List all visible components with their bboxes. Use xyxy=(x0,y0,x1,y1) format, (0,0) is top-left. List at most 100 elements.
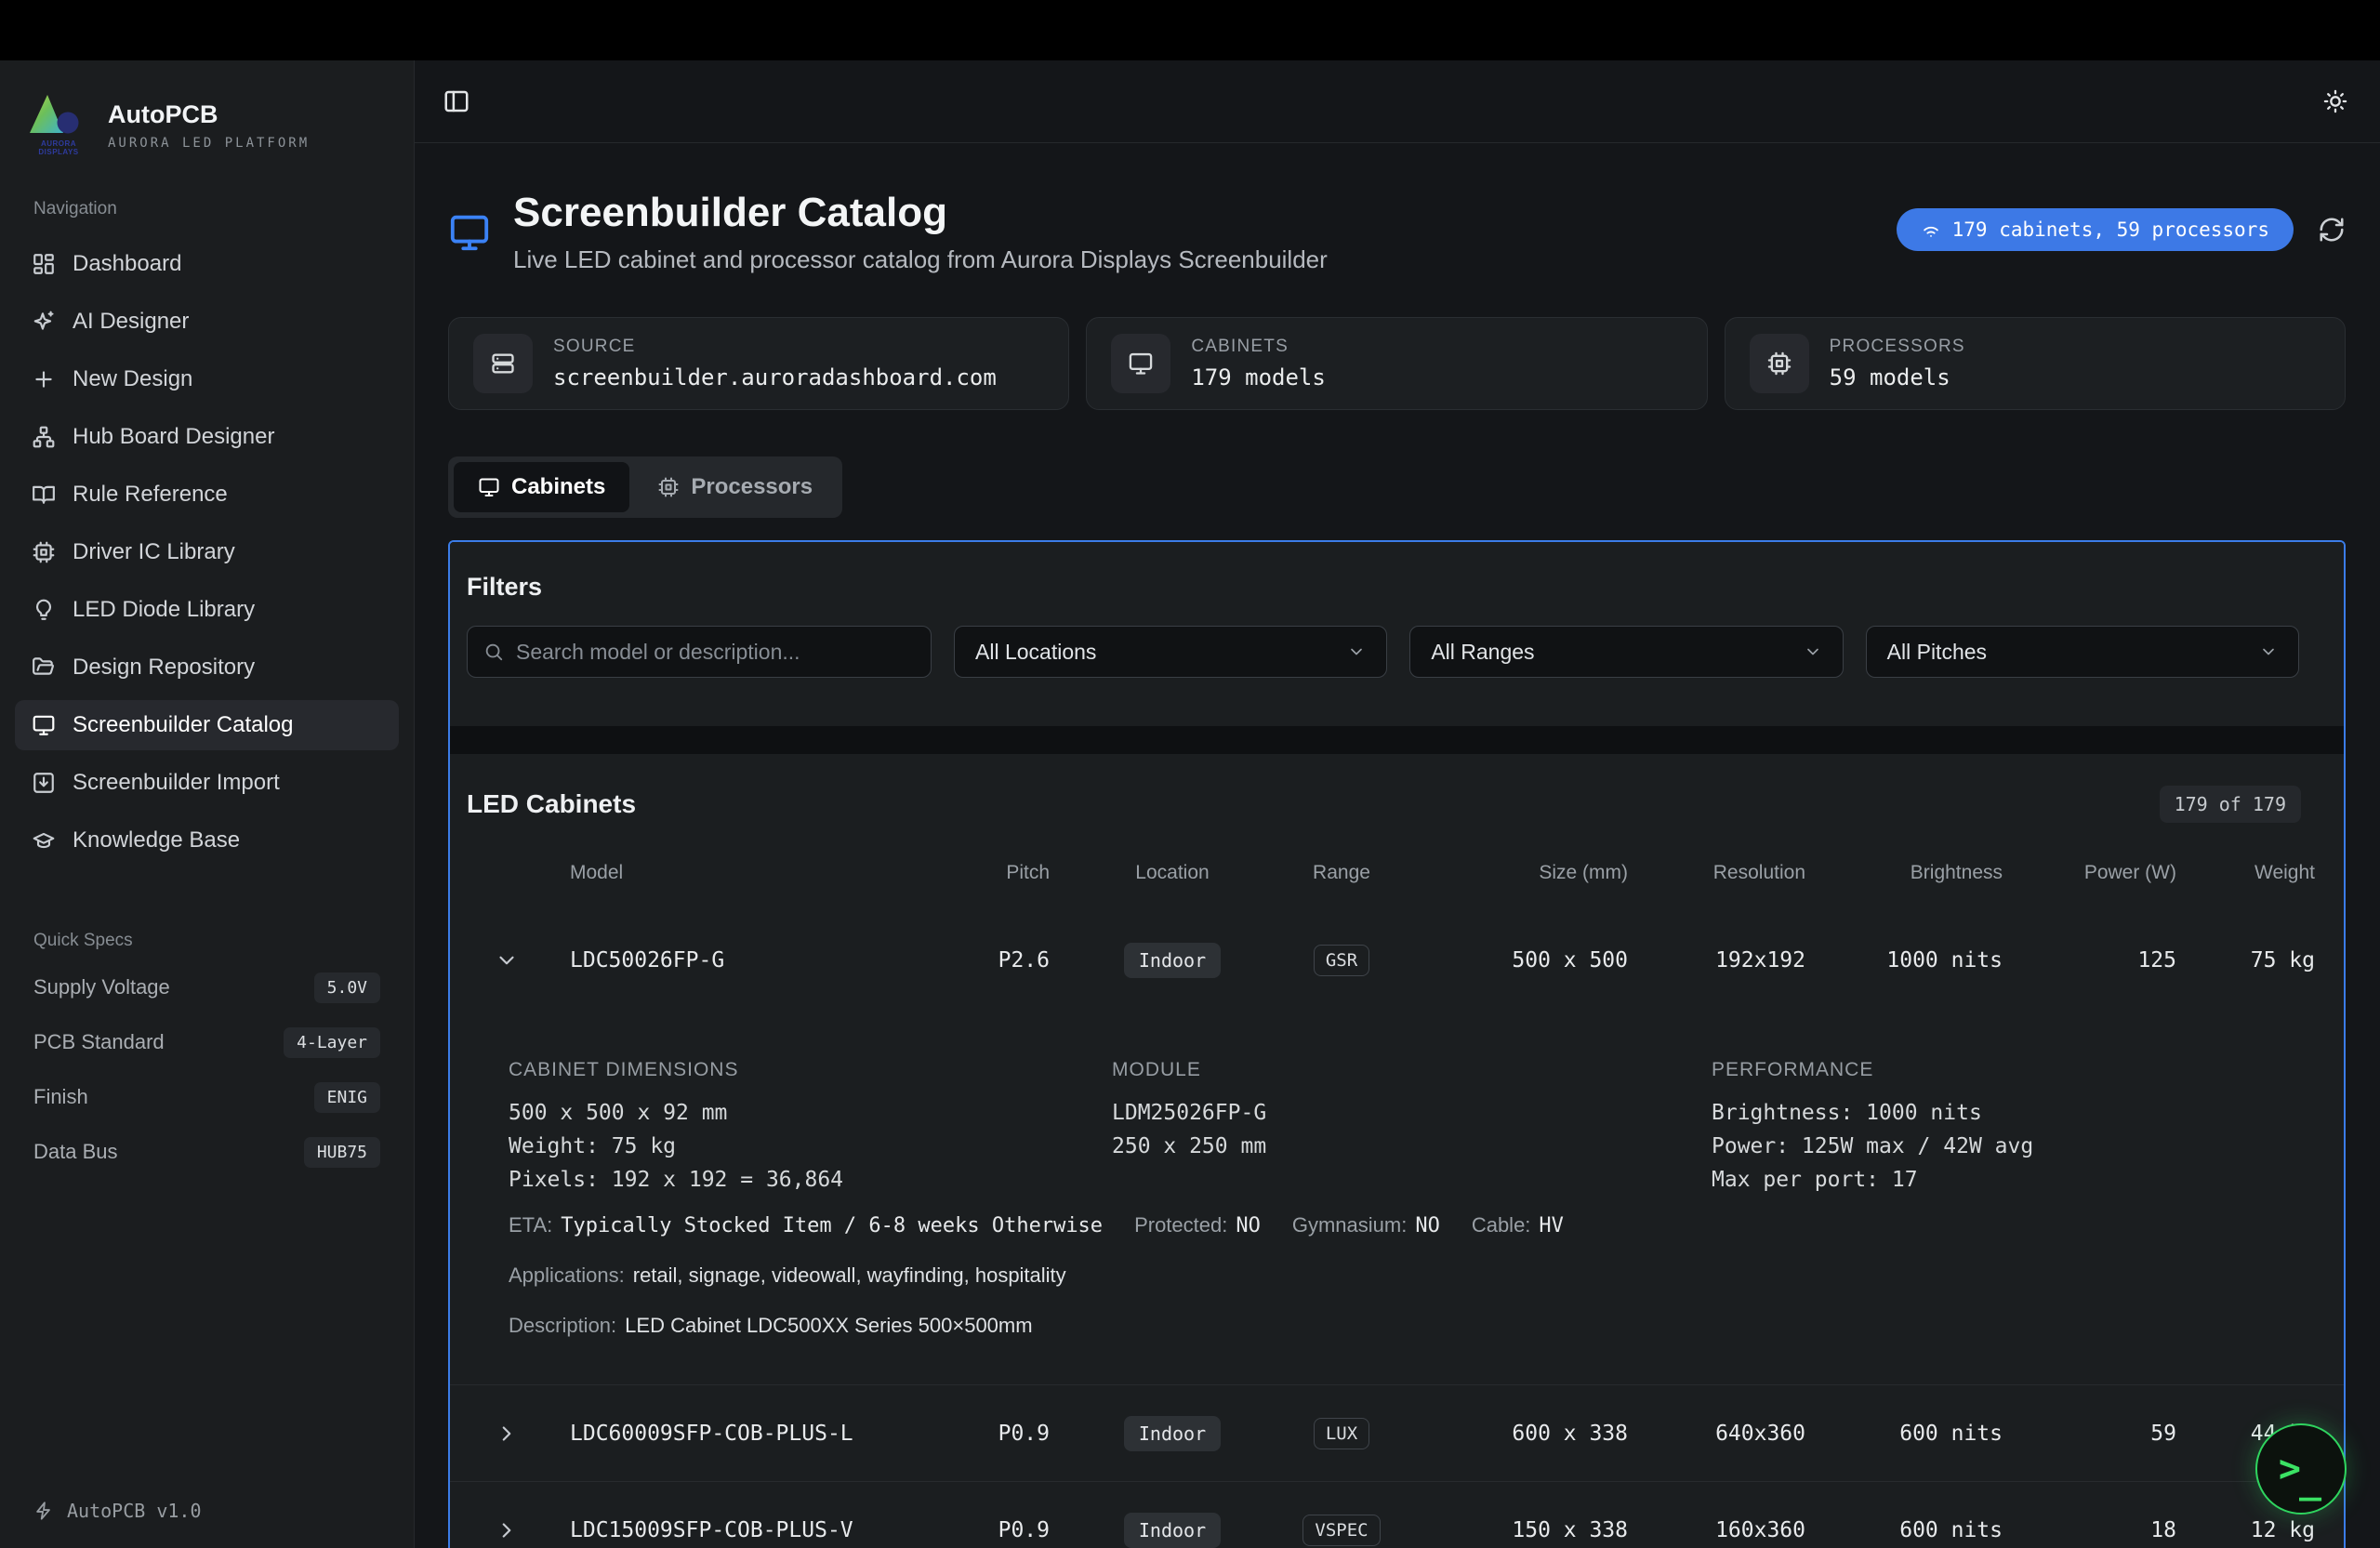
main-area: Screenbuilder Catalog Live LED cabinet a… xyxy=(415,60,2380,1548)
range-badge: VSPEC xyxy=(1302,1515,1380,1546)
sidebar-item-label: Design Repository xyxy=(73,655,255,681)
column-header: Resolution xyxy=(1628,862,1805,884)
filters-row: All Locations All Ranges All Pitches xyxy=(467,626,2299,678)
collapse-row-button[interactable] xyxy=(469,948,570,972)
pitch-filter-select[interactable]: All Pitches xyxy=(1866,626,2299,678)
sidebar-item-label: Hub Board Designer xyxy=(73,424,274,450)
sidebar-item-hub-board-designer[interactable]: Hub Board Designer xyxy=(15,412,399,462)
quick-spec-label: PCB Standard xyxy=(33,1030,165,1054)
sidebar-item-rule-reference[interactable]: Rule Reference xyxy=(15,470,399,520)
app-tagline: AURORA LED PLATFORM xyxy=(108,136,310,151)
table-row[interactable]: LDC50026FP-G P2.6 Indoor GSR 500 x 500 1… xyxy=(450,899,2344,1022)
chevron-down-icon xyxy=(495,948,519,972)
applications-value: retail, signage, videowall, wayfinding, … xyxy=(633,1264,1066,1288)
detail-line: Weight: 75 kg xyxy=(509,1130,1112,1163)
expand-row-button[interactable] xyxy=(469,1518,570,1542)
sidebar-item-ai-designer[interactable]: AI Designer xyxy=(15,297,399,347)
stat-card-processors: PROCESSORS 59 models xyxy=(1725,317,2346,410)
cell-resolution: 192x192 xyxy=(1628,948,1805,972)
expand-row-button[interactable] xyxy=(469,1422,570,1446)
sidebar-item-label: Screenbuilder Catalog xyxy=(73,712,293,738)
sidebar-item-new-design[interactable]: New Design xyxy=(15,354,399,404)
cabinet-dimensions-section: CABINET DIMENSIONS 500 x 500 x 92 mm Wei… xyxy=(509,1059,1112,1197)
sidebar-item-driver-ic-library[interactable]: Driver IC Library xyxy=(15,527,399,577)
eta-field: ETA: Typically Stocked Item / 6-8 weeks … xyxy=(509,1213,1103,1237)
chevron-down-icon xyxy=(1347,642,1366,661)
cable-field: Cable: HV xyxy=(1472,1213,1564,1237)
sidebar-item-knowledge-base[interactable]: Knowledge Base xyxy=(15,815,399,866)
cell-size: 600 x 338 xyxy=(1388,1422,1628,1446)
detail-columns: CABINET DIMENSIONS 500 x 500 x 92 mm Wei… xyxy=(509,1059,2314,1197)
detail-meta-row: ETA: Typically Stocked Item / 6-8 weeks … xyxy=(509,1213,2314,1237)
cell-pitch: P0.9 xyxy=(931,1518,1050,1542)
quick-spec-row: Supply Voltage 5.0V xyxy=(15,972,399,1003)
sidebar-item-label: AI Designer xyxy=(73,309,189,335)
meta-label: Gymnasium: xyxy=(1292,1213,1407,1237)
sidebar-item-label: Driver IC Library xyxy=(73,539,235,565)
stat-card-cabinets: CABINETS 179 models xyxy=(1086,317,1707,410)
network-icon xyxy=(32,425,56,449)
sidebar-footer: AutoPCB v1.0 xyxy=(15,1500,399,1522)
search-input[interactable] xyxy=(467,626,932,678)
cell-model: LDC15009SFP-COB-PLUS-V xyxy=(570,1518,931,1542)
count-badge: 179 of 179 xyxy=(2160,786,2301,823)
tab-label: Processors xyxy=(691,474,813,500)
sidebar-item-design-repository[interactable]: Design Repository xyxy=(15,642,399,693)
select-value: All Locations xyxy=(975,640,1096,665)
tab-processors[interactable]: Processors xyxy=(633,462,837,512)
screen: AURORA DISPLAYS AutoPCB AURORA LED PLATF… xyxy=(0,0,2380,1548)
brand: AURORA DISPLAYS AutoPCB AURORA LED PLATF… xyxy=(28,94,399,156)
cell-location: Indoor xyxy=(1050,943,1295,978)
quick-spec-value-badge: 5.0V xyxy=(314,972,380,1003)
server-icon xyxy=(473,334,533,393)
table-column-headers: Model Pitch Location Range Size (mm) Res… xyxy=(450,847,2344,899)
table-row[interactable]: LDC60009SFP-COB-PLUS-L P0.9 Indoor LUX 6… xyxy=(450,1385,2344,1482)
quick-spec-label: Supply Voltage xyxy=(33,975,170,999)
detail-line: Brightness: 1000 nits xyxy=(1712,1096,2314,1130)
cell-resolution: 640x360 xyxy=(1628,1422,1805,1446)
monitor-icon xyxy=(1111,334,1170,393)
plus-icon xyxy=(32,367,56,391)
column-header: Weight xyxy=(2176,862,2315,884)
cell-power: 59 xyxy=(2003,1422,2176,1446)
monitor-icon xyxy=(448,211,491,254)
section-heading: PERFORMANCE xyxy=(1712,1059,2314,1081)
app-name: AutoPCB xyxy=(108,100,310,129)
refresh-icon xyxy=(2318,216,2346,244)
description-label: Description: xyxy=(509,1314,616,1338)
theme-toggle-button[interactable] xyxy=(2322,88,2348,114)
section-heading: MODULE xyxy=(1112,1059,1712,1081)
sidebar-item-screenbuilder-catalog[interactable]: Screenbuilder Catalog xyxy=(15,700,399,750)
location-badge: Indoor xyxy=(1124,1513,1221,1548)
terminal-prompt-icon: > xyxy=(2279,1448,2301,1490)
graduation-cap-icon xyxy=(32,828,56,853)
sidebar-item-led-diode-library[interactable]: LED Diode Library xyxy=(15,585,399,635)
app-window: AURORA DISPLAYS AutoPCB AURORA LED PLATF… xyxy=(0,60,2380,1548)
quick-spec-value-badge: ENIG xyxy=(314,1082,380,1113)
cell-range: GSR xyxy=(1295,945,1388,976)
location-filter-select[interactable]: All Locations xyxy=(954,626,1387,678)
quick-specs-label: Quick Specs xyxy=(33,931,399,951)
detail-line: Power: 125W max / 42W avg xyxy=(1712,1130,2314,1163)
description-field: Description: LED Cabinet LDC500XX Series… xyxy=(509,1314,2314,1338)
tab-cabinets[interactable]: Cabinets xyxy=(454,462,629,512)
cell-model: LDC60009SFP-COB-PLUS-L xyxy=(570,1422,931,1446)
applications-field: Applications: retail, signage, videowall… xyxy=(509,1264,2314,1288)
sidebar-item-screenbuilder-import[interactable]: Screenbuilder Import xyxy=(15,758,399,808)
sidebar-item-label: LED Diode Library xyxy=(73,597,255,623)
quick-spec-label: Finish xyxy=(33,1085,88,1109)
refresh-button[interactable] xyxy=(2318,216,2346,244)
table-header: LED Cabinets 179 of 179 xyxy=(450,786,2344,823)
sidebar-item-dashboard[interactable]: Dashboard xyxy=(15,239,399,289)
range-filter-select[interactable]: All Ranges xyxy=(1409,626,1843,678)
sidebar-nav: Dashboard AI Designer New Design Hub Boa… xyxy=(15,239,399,873)
cell-weight: 75 kg xyxy=(2176,948,2315,972)
aurora-logo-icon xyxy=(28,94,86,139)
terminal-fab[interactable]: >_ xyxy=(2255,1423,2347,1515)
cpu-icon xyxy=(1750,334,1809,393)
page-content: Screenbuilder Catalog Live LED cabinet a… xyxy=(415,143,2380,1548)
sidebar-toggle-button[interactable] xyxy=(443,87,470,115)
range-badge: GSR xyxy=(1314,945,1369,976)
table-row[interactable]: LDC15009SFP-COB-PLUS-V P0.9 Indoor VSPEC… xyxy=(450,1482,2344,1548)
panel-left-icon xyxy=(443,87,470,115)
